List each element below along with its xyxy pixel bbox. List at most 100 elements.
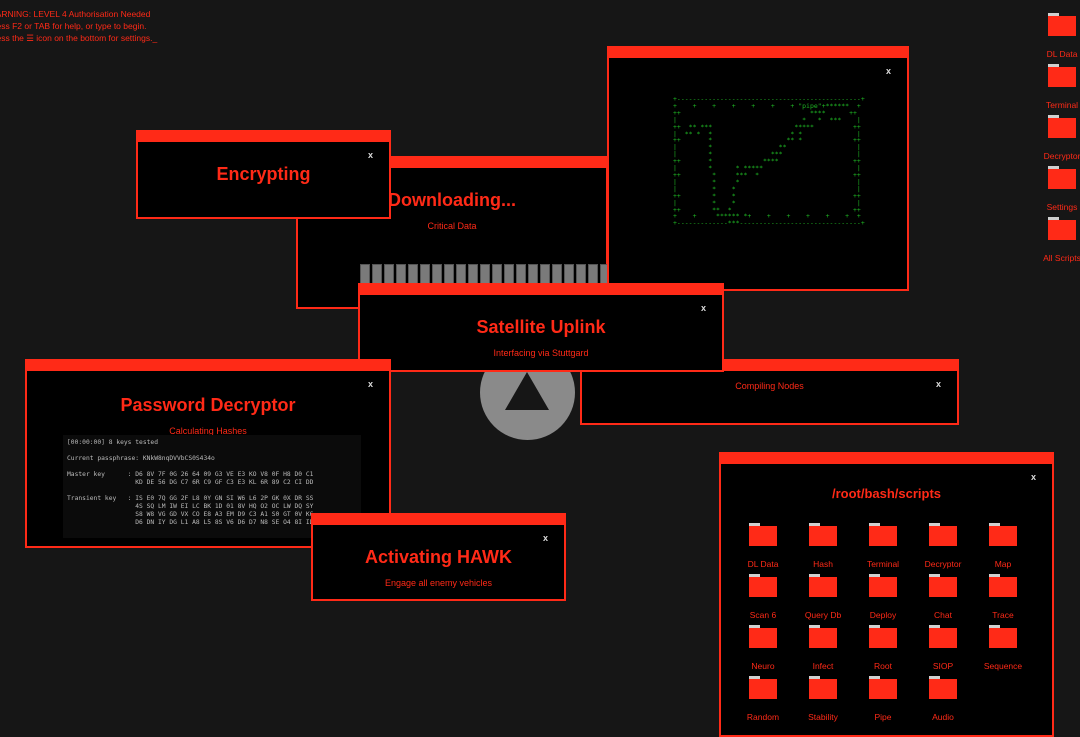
progress-segment bbox=[504, 264, 514, 285]
close-icon[interactable]: x bbox=[701, 303, 706, 313]
pipe-window: x +-------------------------------------… bbox=[607, 46, 909, 291]
folder-icon bbox=[1048, 64, 1076, 87]
progress-segment bbox=[456, 264, 466, 285]
progress-segment bbox=[576, 264, 586, 285]
folder-label: Query Db bbox=[804, 610, 842, 620]
folder-shortcut[interactable]: Query Db bbox=[793, 574, 853, 627]
folder-shortcut[interactable]: Hash bbox=[793, 523, 853, 576]
folder-label: Stability bbox=[808, 712, 838, 722]
close-icon[interactable]: x bbox=[368, 150, 373, 160]
folder-icon bbox=[929, 676, 957, 699]
folder-shortcut[interactable]: DL Data bbox=[1040, 13, 1080, 68]
progress-segment bbox=[396, 264, 406, 285]
warning-line: WARNING: LEVEL 4 Authorisation Needed bbox=[0, 9, 151, 19]
folder-shortcut[interactable]: Audio bbox=[913, 676, 973, 729]
folder-label: Hash bbox=[813, 559, 833, 569]
window-title: /root/bash/scripts bbox=[831, 486, 942, 501]
folder-shortcut[interactable]: Decryptor bbox=[913, 523, 973, 576]
folder-shortcut[interactable]: Stability bbox=[793, 676, 853, 729]
close-icon[interactable]: x bbox=[886, 66, 891, 76]
progress-segment bbox=[564, 264, 574, 285]
folder-label: All Scripts bbox=[1043, 253, 1080, 263]
folder-shortcut[interactable]: Sequence bbox=[973, 625, 1033, 678]
folder-icon bbox=[809, 523, 837, 546]
folder-icon bbox=[929, 523, 957, 546]
folder-icon bbox=[869, 625, 897, 648]
folder-shortcut[interactable]: Terminal bbox=[1040, 64, 1080, 119]
window-titlebar[interactable] bbox=[25, 359, 391, 371]
folder-icon bbox=[809, 676, 837, 699]
folder-label: DL Data bbox=[747, 559, 779, 569]
folder-label: Scan 6 bbox=[749, 610, 777, 620]
folder-shortcut[interactable]: Random bbox=[733, 676, 793, 729]
folder-icon bbox=[1048, 115, 1076, 138]
window-title: Satellite Uplink bbox=[476, 317, 606, 337]
folder-shortcut[interactable]: Neuro bbox=[733, 625, 793, 678]
folder-label: Random bbox=[746, 712, 780, 722]
folder-shortcut[interactable]: Terminal bbox=[853, 523, 913, 576]
folder-shortcut[interactable]: Root bbox=[853, 625, 913, 678]
progress-segment bbox=[540, 264, 550, 285]
folder-shortcut[interactable]: Trace bbox=[973, 574, 1033, 627]
folder-label: Terminal bbox=[1045, 100, 1079, 110]
folder-shortcut[interactable]: Infect bbox=[793, 625, 853, 678]
warning-line: Press F2 or TAB for help, or type to beg… bbox=[0, 21, 147, 31]
folder-label: Decryptor bbox=[924, 559, 962, 569]
folder-label: Settings bbox=[1046, 202, 1078, 212]
close-icon[interactable]: x bbox=[1031, 472, 1036, 482]
folder-label: SIOP bbox=[932, 661, 954, 671]
compiling-window: x Compiling Nodes bbox=[580, 359, 959, 425]
folder-label: Root bbox=[874, 661, 892, 671]
progress-segment bbox=[588, 264, 598, 285]
scripts-window: x /root/bash/scripts DL Data Hash Terminal… bbox=[719, 452, 1054, 737]
folder-shortcut[interactable]: Map bbox=[973, 523, 1033, 576]
progress-segment bbox=[444, 264, 454, 285]
folder-icon bbox=[989, 625, 1017, 648]
window-titlebar[interactable] bbox=[136, 130, 391, 142]
window-titlebar[interactable] bbox=[719, 452, 1054, 464]
folder-shortcut[interactable]: Scan 6 bbox=[733, 574, 793, 627]
folder-shortcut[interactable]: DL Data bbox=[733, 523, 793, 576]
progress-segment bbox=[492, 264, 502, 285]
folder-shortcut[interactable]: Decryptor bbox=[1040, 115, 1080, 170]
folder-icon bbox=[809, 574, 837, 597]
folder-icon bbox=[1048, 13, 1076, 36]
progress-segment bbox=[432, 264, 442, 285]
folder-label: Audio bbox=[932, 712, 954, 722]
window-titlebar[interactable] bbox=[607, 46, 909, 58]
progress-segment bbox=[372, 264, 382, 285]
warning-console: WARNING: LEVEL 4 Authorisation Needed Pre… bbox=[0, 8, 157, 44]
folder-icon bbox=[929, 574, 957, 597]
activating-hawk-window: x Activating HAWK Engage all enemy vehic… bbox=[311, 513, 566, 601]
folder-label: Map bbox=[994, 559, 1012, 569]
folder-shortcut[interactable]: All Scripts bbox=[1040, 217, 1080, 272]
window-titlebar[interactable] bbox=[358, 283, 724, 295]
download-progress-bar bbox=[360, 264, 646, 285]
folder-shortcut[interactable]: Chat bbox=[913, 574, 973, 627]
pipe-ascii-graph: +---------------------------------------… bbox=[673, 95, 865, 228]
folder-shortcut[interactable]: Deploy bbox=[853, 574, 913, 627]
progress-segment bbox=[480, 264, 490, 285]
folder-shortcut[interactable]: Pipe bbox=[853, 676, 913, 729]
folder-icon bbox=[929, 625, 957, 648]
folder-shortcut[interactable]: Settings bbox=[1040, 166, 1080, 221]
folder-label: Sequence bbox=[983, 661, 1023, 671]
folder-label: Infect bbox=[812, 661, 834, 671]
progress-segment bbox=[408, 264, 418, 285]
folder-icon bbox=[749, 676, 777, 699]
close-icon[interactable]: x bbox=[368, 379, 373, 389]
folder-label: Decryptor bbox=[1043, 151, 1080, 161]
window-subtitle: Engage all enemy vehicles bbox=[384, 578, 493, 588]
folder-icon bbox=[869, 676, 897, 699]
close-icon[interactable]: x bbox=[543, 533, 548, 543]
progress-segment bbox=[528, 264, 538, 285]
satellite-uplink-window: x Satellite Uplink Interfacing via Stutt… bbox=[358, 283, 724, 372]
folder-icon bbox=[809, 625, 837, 648]
folder-label: Deploy bbox=[869, 610, 897, 620]
progress-segment bbox=[384, 264, 394, 285]
window-title: Activating HAWK bbox=[364, 547, 512, 567]
window-titlebar[interactable] bbox=[311, 513, 566, 525]
folder-shortcut[interactable]: SIOP bbox=[913, 625, 973, 678]
close-icon[interactable]: x bbox=[936, 379, 941, 389]
window-title: Encrypting bbox=[216, 164, 311, 184]
